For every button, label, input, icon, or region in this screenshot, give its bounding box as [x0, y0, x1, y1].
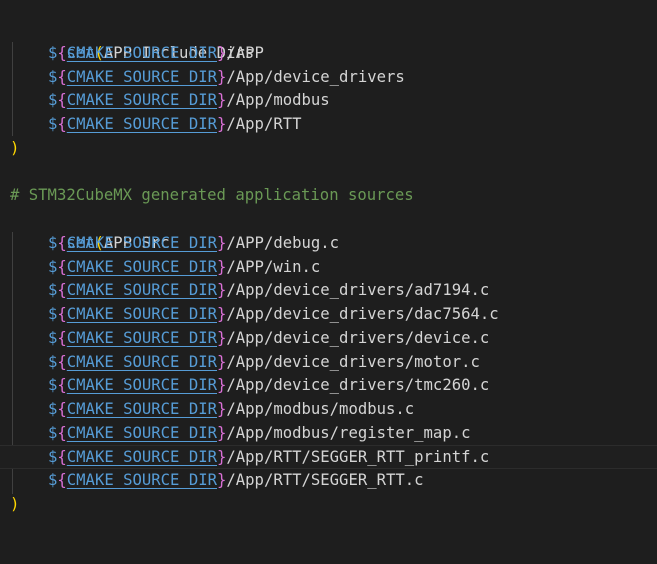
code-line[interactable]: ${CMAKE_SOURCE_DIR}/App/device_drivers/t…	[0, 374, 657, 398]
right-brace: }	[217, 423, 227, 442]
path-text: /APP/debug.c	[226, 234, 340, 252]
dollar-sign: $	[48, 376, 58, 395]
path-text: /App/modbus/modbus.c	[226, 399, 415, 418]
right-brace: }	[217, 448, 227, 467]
dollar-sign: $	[48, 67, 58, 86]
left-brace: {	[57, 234, 67, 252]
cmake-var: CMAKE_SOURCE_DIR	[66, 115, 217, 134]
left-brace: {	[57, 305, 67, 324]
code-line[interactable]: ${CMAKE_SOURCE_DIR}/APP	[0, 42, 657, 66]
code-line[interactable]: ${CMAKE_SOURCE_DIR}/App/device_drivers/a…	[0, 279, 657, 303]
code-line[interactable]: ${CMAKE_SOURCE_DIR}/App/device_drivers/d…	[0, 327, 657, 351]
code-line[interactable]: ${CMAKE_SOURCE_DIR}/App/RTT	[0, 113, 657, 137]
right-brace: }	[217, 115, 227, 134]
left-brace: {	[57, 328, 67, 347]
dollar-sign: $	[48, 352, 58, 371]
left-brace: {	[57, 44, 67, 62]
right-brace: }	[217, 376, 227, 395]
dollar-sign: $	[48, 44, 58, 62]
right-brace: }	[217, 399, 227, 418]
left-brace: {	[57, 115, 67, 134]
code-line[interactable]: set(APP_Src	[0, 208, 657, 252]
cmake-var: CMAKE_SOURCE_DIR	[66, 328, 217, 347]
code-line-current[interactable]: ${CMAKE_SOURCE_DIR}/App/RTT/SEGGER_RTT_p…	[0, 445, 657, 469]
code-line[interactable]: ${CMAKE_SOURCE_DIR}/App/modbus/register_…	[0, 422, 657, 446]
cmake-var: CMAKE_SOURCE_DIR	[66, 352, 217, 371]
close-paren: )	[10, 495, 20, 513]
code-editor[interactable]: set(APP_Include_Dirs ${CMAKE_SOURCE_DIR}…	[0, 0, 657, 530]
left-brace: {	[57, 448, 67, 467]
code-line[interactable]: ${CMAKE_SOURCE_DIR}/App/RTT/SEGGER_RTT.c	[0, 469, 657, 493]
path-text: /App/device_drivers/dac7564.c	[226, 305, 499, 324]
cmake-var: CMAKE_SOURCE_DIR	[66, 44, 217, 62]
cmake-var: CMAKE_SOURCE_DIR	[66, 257, 217, 276]
right-brace: }	[217, 352, 227, 371]
code-line[interactable]: ${CMAKE_SOURCE_DIR}/APP/win.c	[0, 256, 657, 280]
code-line[interactable]: ${CMAKE_SOURCE_DIR}/App/device_drivers/m…	[0, 351, 657, 375]
cmake-var: CMAKE_SOURCE_DIR	[66, 234, 217, 252]
code-line[interactable]: ${CMAKE_SOURCE_DIR}/App/modbus/modbus.c	[0, 398, 657, 422]
right-brace: }	[217, 44, 227, 62]
right-brace: }	[217, 305, 227, 324]
left-brace: {	[57, 352, 67, 371]
code-line[interactable]: ${CMAKE_SOURCE_DIR}/App/device_drivers/d…	[0, 303, 657, 327]
left-brace: {	[57, 423, 67, 442]
code-line[interactable]: )	[0, 493, 657, 517]
path-text: /App/RTT	[226, 115, 302, 134]
path-text: /App/device_drivers/device.c	[226, 328, 490, 347]
path-text: /APP	[226, 44, 264, 62]
path-text: /App/modbus	[226, 91, 330, 110]
right-brace: }	[217, 91, 227, 110]
path-text: /App/device_drivers/tmc260.c	[226, 376, 490, 395]
dollar-sign: $	[48, 91, 58, 110]
dollar-sign: $	[48, 399, 58, 418]
dollar-sign: $	[48, 471, 58, 489]
dollar-sign: $	[48, 257, 58, 276]
left-brace: {	[57, 91, 67, 110]
close-paren: )	[10, 139, 20, 157]
cmake-var: CMAKE_SOURCE_DIR	[66, 91, 217, 110]
cmake-var: CMAKE_SOURCE_DIR	[66, 67, 217, 86]
path-text: /App/RTT/SEGGER_RTT_printf.c	[226, 448, 490, 467]
dollar-sign: $	[48, 305, 58, 324]
right-brace: }	[217, 257, 227, 276]
cmake-var: CMAKE_SOURCE_DIR	[66, 448, 217, 467]
path-text: /App/device_drivers/ad7194.c	[226, 281, 490, 300]
cmake-var: CMAKE_SOURCE_DIR	[66, 471, 217, 489]
right-brace: }	[217, 328, 227, 347]
right-brace: }	[217, 471, 227, 489]
cmake-var: CMAKE_SOURCE_DIR	[66, 305, 217, 324]
right-brace: }	[217, 234, 227, 252]
dollar-sign: $	[48, 281, 58, 300]
left-brace: {	[57, 471, 67, 489]
code-line[interactable]: set(APP_Include_Dirs	[0, 18, 657, 62]
left-brace: {	[57, 399, 67, 418]
cmake-var: CMAKE_SOURCE_DIR	[66, 376, 217, 395]
cmake-var: CMAKE_SOURCE_DIR	[66, 399, 217, 418]
path-text: /App/RTT/SEGGER_RTT.c	[226, 471, 424, 489]
code-line[interactable]: # STM32CubeMX generated application sour…	[0, 184, 657, 208]
dollar-sign: $	[48, 448, 58, 467]
code-line[interactable]: ${CMAKE_SOURCE_DIR}/App/modbus	[0, 89, 657, 113]
dollar-sign: $	[48, 423, 58, 442]
path-text: /App/device_drivers	[226, 67, 405, 86]
dollar-sign: $	[48, 234, 58, 252]
comment-text: # STM32CubeMX generated application sour…	[10, 186, 414, 204]
left-brace: {	[57, 281, 67, 300]
code-line[interactable]: ${CMAKE_SOURCE_DIR}/App/device_drivers	[0, 66, 657, 90]
dollar-sign: $	[48, 115, 58, 134]
path-text: /App/modbus/register_map.c	[226, 423, 471, 442]
right-brace: }	[217, 67, 227, 86]
code-line[interactable]: ${CMAKE_SOURCE_DIR}/APP/debug.c	[0, 232, 657, 256]
left-brace: {	[57, 376, 67, 395]
path-text: /App/device_drivers/motor.c	[226, 352, 480, 371]
left-brace: {	[57, 257, 67, 276]
right-brace: }	[217, 281, 227, 300]
dollar-sign: $	[48, 328, 58, 347]
cmake-var: CMAKE_SOURCE_DIR	[66, 423, 217, 442]
code-line[interactable]: )	[0, 137, 657, 161]
path-text: /APP/win.c	[226, 257, 321, 276]
cmake-var: CMAKE_SOURCE_DIR	[66, 281, 217, 300]
left-brace: {	[57, 67, 67, 86]
